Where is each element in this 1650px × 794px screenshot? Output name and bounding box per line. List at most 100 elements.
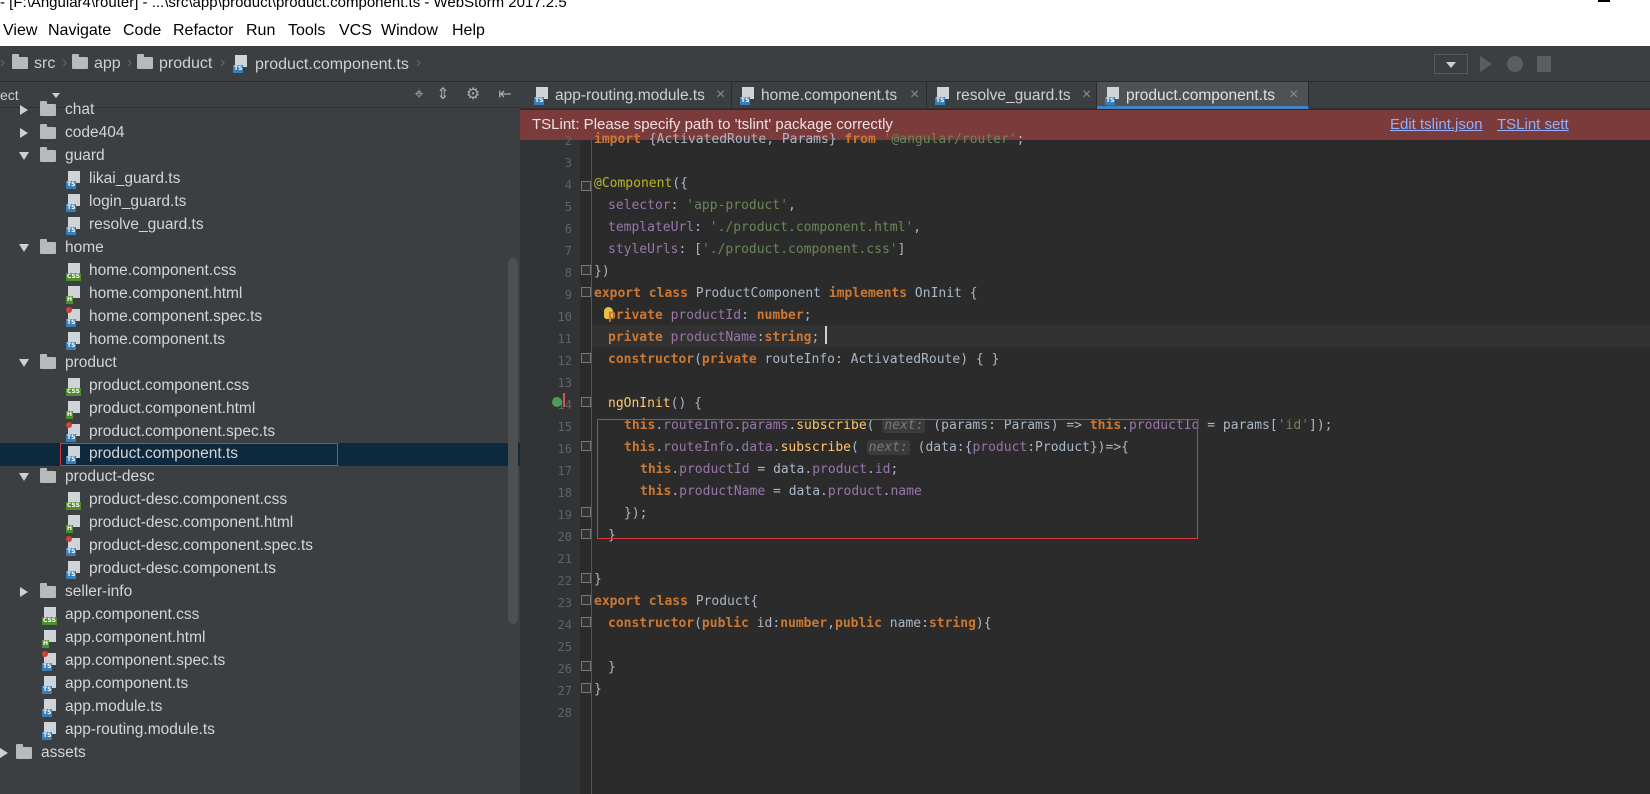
- tab-app-routing-module[interactable]: TS app-routing.module.ts ×: [526, 82, 732, 109]
- line-number: 11: [557, 332, 572, 346]
- code-line-5: selector: 'app-product',: [608, 198, 796, 213]
- tree-item-app-css[interactable]: CSS app.component.css: [0, 604, 520, 627]
- tree-item-home[interactable]: home: [0, 237, 520, 260]
- minimize-icon[interactable]: [1598, 0, 1610, 2]
- fold-marker-icon[interactable]: [581, 181, 591, 191]
- tree-item-home-ts[interactable]: TS home.component.ts: [0, 329, 520, 352]
- line-number: 7: [564, 244, 572, 258]
- tree-item-product-desc-html[interactable]: H product-desc.component.html: [0, 512, 520, 535]
- fold-marker-icon[interactable]: [581, 353, 591, 363]
- fold-marker-icon[interactable]: [581, 507, 591, 517]
- html-file-icon: H: [66, 401, 82, 419]
- code-line-22: }: [594, 572, 602, 587]
- tree-item-assets[interactable]: assets: [0, 742, 520, 765]
- line-number: 2: [564, 134, 572, 148]
- typescript-file-icon: TS: [1105, 87, 1121, 105]
- tree-item-product-ts[interactable]: TS product.component.ts: [0, 443, 520, 466]
- menu-help[interactable]: Help: [452, 22, 485, 40]
- folder-icon: [16, 744, 32, 759]
- tree-item-product-desc-ts[interactable]: TS product-desc.component.ts: [0, 558, 520, 581]
- tree-item-home-css[interactable]: CSS home.component.css: [0, 260, 520, 283]
- tree-item-product-spec[interactable]: TS product.component.spec.ts: [0, 421, 520, 444]
- menu-view[interactable]: View: [3, 22, 37, 40]
- line-number: 27: [557, 684, 572, 698]
- fold-marker-icon[interactable]: [581, 617, 591, 627]
- close-icon[interactable]: ×: [1289, 86, 1298, 104]
- menu-navigate[interactable]: Navigate: [48, 22, 111, 40]
- typescript-file-icon: TS: [42, 676, 58, 694]
- implements-method-icon[interactable]: [552, 397, 562, 407]
- fold-marker-icon[interactable]: [581, 683, 591, 693]
- fold-marker-icon[interactable]: [581, 287, 591, 297]
- project-scrollbar[interactable]: [508, 258, 518, 624]
- breadcrumb-src[interactable]: src: [12, 54, 55, 73]
- tree-item-home-spec[interactable]: TS home.component.spec.ts: [0, 306, 520, 329]
- close-icon[interactable]: ×: [716, 86, 725, 104]
- fold-marker-icon[interactable]: [581, 265, 591, 275]
- tslint-settings-link[interactable]: TSLint sett: [1497, 116, 1569, 133]
- tree-item-product-html[interactable]: H product.component.html: [0, 398, 520, 421]
- spec-file-icon: TS: [42, 651, 58, 671]
- line-number: 20: [557, 530, 572, 544]
- tree-item-app-html[interactable]: H app.component.html: [0, 627, 520, 650]
- menu-code[interactable]: Code: [123, 22, 161, 40]
- tree-item-app-module[interactable]: TS app.module.ts: [0, 696, 520, 719]
- spec-file-icon: TS: [66, 422, 82, 442]
- menu-refactor[interactable]: Refactor: [173, 22, 233, 40]
- folder-icon: [40, 124, 56, 139]
- fold-marker-icon[interactable]: [581, 441, 591, 451]
- typescript-file-icon: TS: [233, 55, 249, 73]
- tree-item-product[interactable]: product: [0, 352, 520, 375]
- run-icon[interactable]: [1480, 56, 1492, 72]
- folder-icon: [40, 101, 56, 116]
- tree-item-product-desc-css[interactable]: CSS product-desc.component.css: [0, 489, 520, 512]
- breadcrumb-file[interactable]: TS product.component.ts: [233, 55, 409, 74]
- line-number: 19: [557, 508, 572, 522]
- menu-run[interactable]: Run: [246, 22, 275, 40]
- tree-item-resolve-guard[interactable]: TS resolve_guard.ts: [0, 214, 520, 237]
- breadcrumb-product[interactable]: product: [137, 54, 212, 73]
- fold-marker-icon[interactable]: [581, 397, 591, 407]
- tree-item-seller-info[interactable]: seller-info: [0, 581, 520, 604]
- fold-marker-icon[interactable]: [581, 595, 591, 605]
- debug-icon[interactable]: [1507, 56, 1523, 72]
- line-number: 28: [557, 706, 572, 720]
- css-file-icon: CSS: [66, 378, 82, 396]
- run-configuration-dropdown[interactable]: [1434, 54, 1468, 74]
- tree-item-product-desc[interactable]: product-desc: [0, 466, 520, 489]
- menu-vcs[interactable]: VCS: [339, 22, 372, 40]
- tree-item-code404[interactable]: code404: [0, 122, 520, 145]
- tree-item-product-desc-spec[interactable]: TS product-desc.component.spec.ts: [0, 535, 520, 558]
- line-number: 10: [557, 310, 572, 324]
- css-file-icon: CSS: [42, 607, 58, 625]
- close-icon[interactable]: ×: [1082, 86, 1091, 104]
- fold-marker-icon[interactable]: [581, 661, 591, 671]
- tree-item-product-css[interactable]: CSS product.component.css: [0, 375, 520, 398]
- folder-icon: [137, 54, 153, 69]
- tab-product-component[interactable]: TS product.component.ts ×: [1097, 82, 1309, 109]
- fold-marker-icon[interactable]: [581, 573, 591, 583]
- tree-item-app-spec[interactable]: TS app.component.spec.ts: [0, 650, 520, 673]
- tree-item-home-html[interactable]: H home.component.html: [0, 283, 520, 306]
- menu-tools[interactable]: Tools: [288, 22, 325, 40]
- breadcrumb-app[interactable]: app: [72, 54, 121, 73]
- tab-home-component[interactable]: TS home.component.ts ×: [732, 82, 927, 109]
- tab-resolve-guard[interactable]: TS resolve_guard.ts ×: [927, 82, 1097, 109]
- chevron-down-icon[interactable]: [52, 93, 60, 98]
- code-line-27: }: [594, 682, 602, 697]
- tree-item-login-guard[interactable]: TS login_guard.ts: [0, 191, 520, 214]
- line-number: 24: [557, 618, 572, 632]
- tree-item-app-ts[interactable]: TS app.component.ts: [0, 673, 520, 696]
- tree-item-likai-guard[interactable]: TS likai_guard.ts: [0, 168, 520, 191]
- fold-marker-icon[interactable]: [581, 529, 591, 539]
- edit-tslint-link[interactable]: Edit tslint.json: [1390, 116, 1483, 133]
- typescript-file-icon: TS: [66, 194, 82, 212]
- menu-window[interactable]: Window: [381, 22, 438, 40]
- tree-item-chat[interactable]: chat: [0, 99, 520, 122]
- close-icon[interactable]: ×: [910, 86, 919, 104]
- spec-file-icon: TS: [66, 307, 82, 327]
- navigation-bar: › src › app › product › TS product.compon…: [0, 46, 1650, 82]
- tree-item-app-routing[interactable]: TS app-routing.module.ts: [0, 719, 520, 742]
- coverage-icon[interactable]: [1537, 56, 1551, 72]
- tree-item-guard[interactable]: guard: [0, 145, 520, 168]
